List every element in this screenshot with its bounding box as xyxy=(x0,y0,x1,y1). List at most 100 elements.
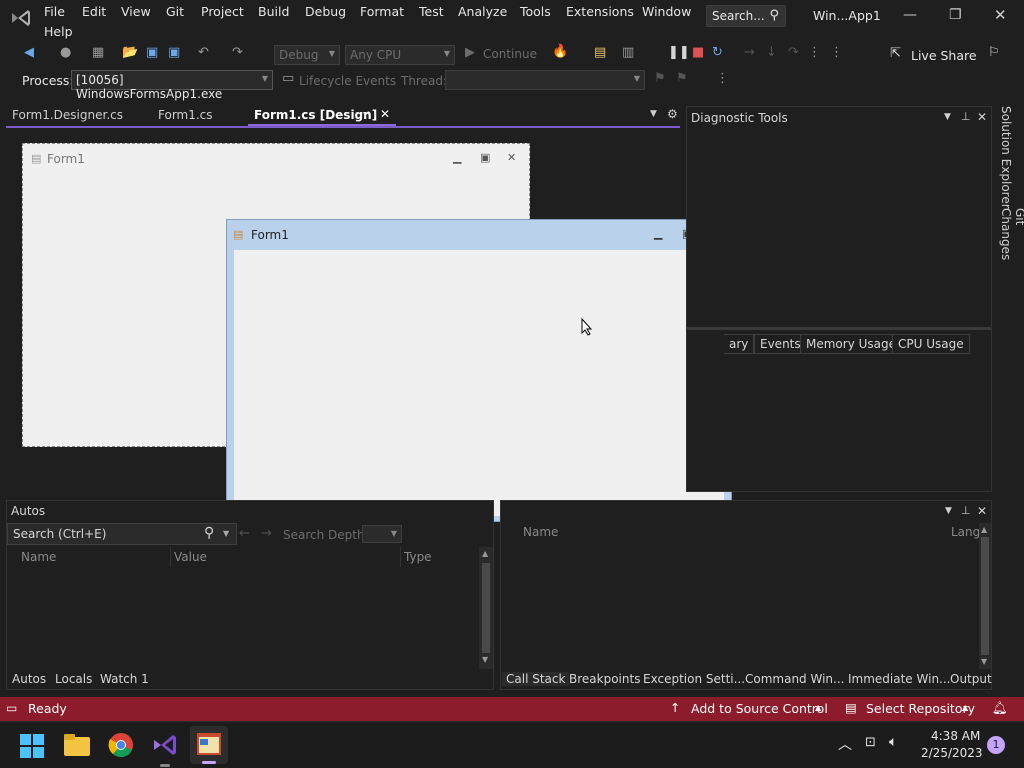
callstack-scrollbar[interactable]: ▲ ▼ xyxy=(979,523,991,669)
autos-col-name[interactable]: Name xyxy=(21,550,56,564)
autos-col-type[interactable]: Type xyxy=(404,550,432,564)
notification-bell-icon[interactable]: 🔔︎ xyxy=(992,700,1008,716)
back-icon[interactable]: ◀ xyxy=(24,45,34,60)
restart-icon[interactable]: ↻ xyxy=(712,45,723,60)
autos-back-icon[interactable]: ← xyxy=(239,526,250,541)
restore-icon[interactable]: ❐ xyxy=(949,7,962,23)
menu-file[interactable]: File xyxy=(44,4,65,19)
autos-scroll-up-icon[interactable]: ▲ xyxy=(482,549,488,558)
overflow-icon[interactable]: ⋮ xyxy=(808,45,821,60)
continue-label[interactable]: Continue xyxy=(483,47,537,61)
diag-close-icon[interactable]: ✕ xyxy=(977,110,987,124)
autos-search-input[interactable]: Search (Ctrl+E) ⚲ ▼ xyxy=(7,523,237,545)
close-icon[interactable]: ✕ xyxy=(994,6,1007,24)
diag-dropdown-icon[interactable]: ▼ xyxy=(944,112,951,122)
autos-forward-icon[interactable]: → xyxy=(261,526,272,541)
pause-icon[interactable]: ❚❚ xyxy=(668,45,690,60)
file-explorer-icon[interactable] xyxy=(64,734,90,759)
menu-format[interactable]: Format xyxy=(360,4,404,19)
search-depth-dropdown[interactable]: ▼ xyxy=(362,525,402,543)
step-icon[interactable]: → xyxy=(744,45,755,60)
tab-settings-icon[interactable]: ⚙ xyxy=(667,107,678,121)
callstack-scroll-up-icon[interactable]: ▲ xyxy=(981,525,987,534)
menu-view[interactable]: View xyxy=(121,4,151,19)
callstack-col-name[interactable]: Name xyxy=(523,525,558,539)
tab-immediate-window[interactable]: Immediate Win... xyxy=(848,672,951,686)
menu-test[interactable]: Test xyxy=(419,4,444,19)
step-over-icon[interactable]: ↷ xyxy=(788,45,799,60)
menu-window[interactable]: Window xyxy=(642,4,691,19)
tab-form1-designer[interactable]: Form1.Designer.cs xyxy=(6,106,129,126)
stop-icon[interactable]: ■ xyxy=(692,45,704,60)
menu-git[interactable]: Git xyxy=(166,4,184,19)
autos-col-value[interactable]: Value xyxy=(174,550,207,564)
tab-locals[interactable]: Locals xyxy=(55,672,92,686)
visual-studio-icon[interactable] xyxy=(152,732,178,761)
running-form-window[interactable]: ▤ Form1 ▁ ▣ ✕ xyxy=(226,219,732,522)
autos-scroll-thumb[interactable] xyxy=(482,563,490,653)
step-into-icon[interactable]: ↓ xyxy=(766,45,777,60)
diag-tab-events[interactable]: Events xyxy=(754,334,807,354)
callstack-scroll-down-icon[interactable]: ▼ xyxy=(981,657,987,666)
flag2-icon[interactable]: ⚑ xyxy=(676,71,688,86)
tab-close-icon[interactable]: ✕ xyxy=(380,107,390,121)
lifecycle-events[interactable]: Lifecycle Events xyxy=(299,74,396,88)
overflow2-icon[interactable]: ⋮ xyxy=(830,45,843,60)
clock-date[interactable]: 2/25/2023 xyxy=(921,746,983,760)
tray-overflow-icon[interactable]: ︿ xyxy=(838,734,852,754)
tab-command-window[interactable]: Command Win... xyxy=(745,672,844,686)
feedback-icon[interactable]: ⚐ xyxy=(988,45,1000,60)
hot-reload-icon[interactable]: 🔥 xyxy=(552,44,568,59)
menu-tools[interactable]: Tools xyxy=(520,4,551,19)
tab-dropdown-icon[interactable]: ▼ xyxy=(650,109,657,119)
redo-icon[interactable]: ↷ xyxy=(232,45,243,60)
running-form-client-area[interactable] xyxy=(234,250,724,516)
tab-exception-settings[interactable]: Exception Setti... xyxy=(643,672,745,686)
running-minimize-icon[interactable]: ▁ xyxy=(654,227,662,240)
winforms-app-taskbar-button[interactable] xyxy=(190,726,228,764)
autos-search-dropdown-icon[interactable]: ▼ xyxy=(223,529,229,538)
search-box[interactable]: Search... ⚲ xyxy=(706,5,786,27)
continue-icon[interactable]: ▶ xyxy=(465,45,475,60)
tab-breakpoints[interactable]: Breakpoints xyxy=(569,672,640,686)
callstack-close-icon[interactable]: ✕ xyxy=(977,504,987,518)
add-to-source-control[interactable]: Add to Source Control xyxy=(691,701,828,716)
diag-pin-icon[interactable]: ⊥ xyxy=(961,110,971,123)
source-control-caret-icon[interactable]: ▲ xyxy=(815,703,821,712)
new-project-icon[interactable]: ▦ xyxy=(92,45,104,60)
solution-explorer-tab[interactable]: Solution Explorer xyxy=(999,106,1013,209)
save-all-icon[interactable]: ▣ xyxy=(168,45,180,60)
tab-watch1[interactable]: Watch 1 xyxy=(100,672,149,686)
tab-form1-design[interactable]: Form1.cs [Design] ⊸ ✕ xyxy=(248,106,396,126)
menu-extensions[interactable]: Extensions xyxy=(566,4,634,19)
live-share-button[interactable]: Live Share xyxy=(911,48,977,63)
config-dropdown[interactable]: Debug ▼ xyxy=(274,45,340,65)
diag-tab-memory[interactable]: Memory Usage xyxy=(800,334,903,354)
platform-dropdown[interactable]: Any CPU ▼ xyxy=(345,45,455,65)
autos-scrollbar[interactable]: ▲ ▼ xyxy=(479,547,493,669)
forward-icon[interactable]: ● xyxy=(60,45,71,60)
tab-autos[interactable]: Autos xyxy=(12,672,46,686)
diag-tab-summary[interactable]: ary xyxy=(724,334,755,354)
menu-debug[interactable]: Debug xyxy=(305,4,346,19)
callstack-dropdown-icon[interactable]: ▼ xyxy=(945,506,952,516)
menu-project[interactable]: Project xyxy=(201,4,244,19)
windows-start-icon[interactable] xyxy=(20,734,44,761)
lifecycle-icon[interactable]: ▭ xyxy=(282,71,294,86)
process-dropdown[interactable]: [10056] WindowsFormsApp1.exe ▼ xyxy=(71,70,273,101)
diag-tab-cpu[interactable]: CPU Usage xyxy=(892,334,970,354)
tab-output[interactable]: Output xyxy=(950,672,992,686)
save-icon[interactable]: ▣ xyxy=(146,45,158,60)
autos-scroll-down-icon[interactable]: ▼ xyxy=(482,655,488,664)
thread-dropdown[interactable]: ▼ xyxy=(445,70,645,90)
open-folder-icon[interactable]: 📂 xyxy=(122,45,138,60)
tab-form1-cs[interactable]: Form1.cs xyxy=(152,106,219,126)
pin-icon[interactable]: ⊸ xyxy=(362,108,370,119)
clock-time[interactable]: 4:38 AM xyxy=(931,729,980,743)
volume-icon[interactable]: 🔈︎ xyxy=(889,734,897,750)
select-repository[interactable]: Select Repository xyxy=(866,701,975,716)
chrome-icon[interactable] xyxy=(108,732,134,761)
live-share-icon[interactable]: ⇱ xyxy=(890,46,901,61)
flag-icon[interactable]: ⚑ xyxy=(654,71,666,86)
callstack-col-lang[interactable]: Lang xyxy=(951,525,980,539)
